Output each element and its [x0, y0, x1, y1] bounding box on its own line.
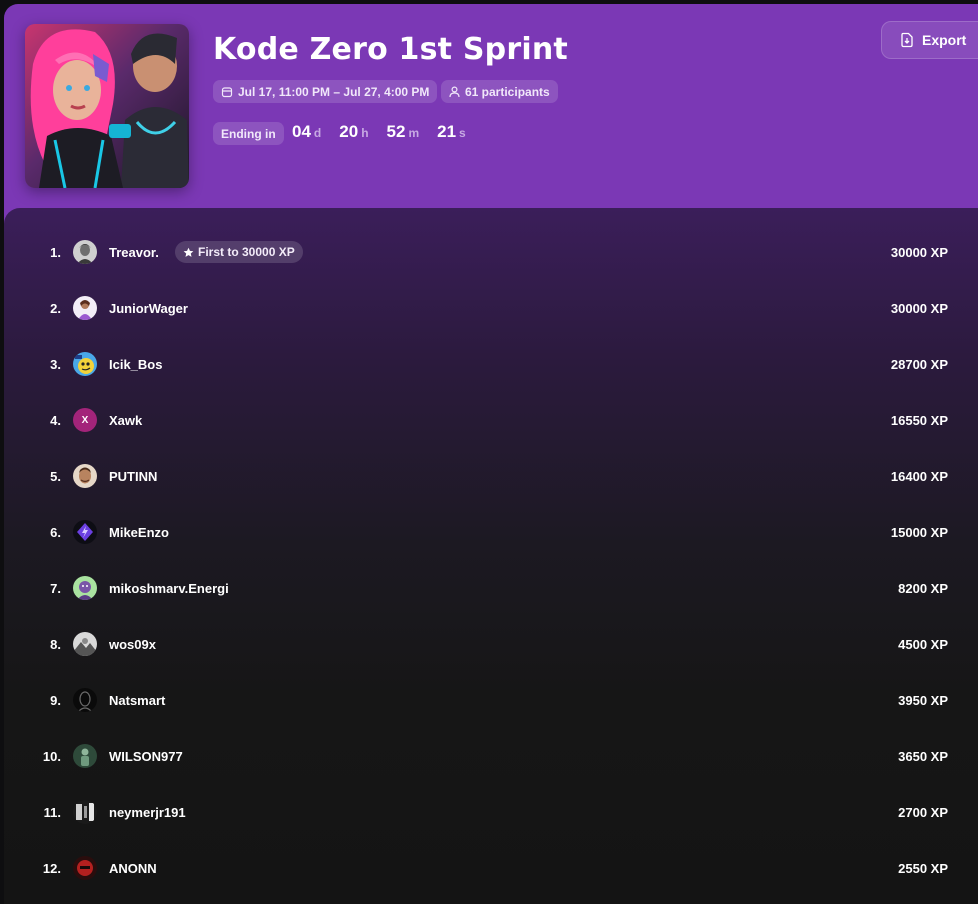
- leaderboard-row[interactable]: 1. Treavor. First to 30000 XP 30000 XP: [4, 224, 978, 280]
- username: MikeEnzo: [109, 524, 169, 540]
- username: PUTINN: [109, 468, 158, 484]
- leaderboard-row[interactable]: 2. JuniorWager 30000 XP: [4, 280, 978, 336]
- leaderboard-row[interactable]: 8. wos09x 4500 XP: [4, 616, 978, 672]
- date-range-text: Jul 17, 11:00 PM – Jul 27, 4:00 PM: [238, 84, 430, 99]
- xp-value: 28700 XP: [890, 356, 948, 372]
- rank-number: 7.: [50, 580, 61, 596]
- username: Xawk: [109, 412, 143, 428]
- leaderboard-row[interactable]: 11. neymerjr191 2700 XP: [4, 784, 978, 840]
- leaderboard-row[interactable]: 9. Natsmart 3950 XP: [4, 672, 978, 728]
- username: Treavor.: [109, 244, 159, 260]
- countdown-hours-unit: h: [361, 126, 369, 140]
- username: WILSON977: [109, 748, 183, 764]
- avatar-portrait-gray: [73, 240, 97, 264]
- avatar-red-mask: [73, 856, 97, 880]
- xp-value: 2700 XP: [898, 804, 948, 820]
- xp-value: 16400 XP: [890, 468, 948, 484]
- date-range-chip: Jul 17, 11:00 PM – Jul 27, 4:00 PM: [213, 80, 438, 103]
- leaderboard-row[interactable]: 7. mikoshmarv.Energi 8200 XP: [4, 560, 978, 616]
- leaderboard-row[interactable]: 5. PUTINN 16400 XP: [4, 448, 978, 504]
- countdown-timer: 04 d 20 h 52 m 21 s: [292, 122, 484, 145]
- avatar-green-figure: [73, 744, 97, 768]
- rank-number: 5.: [50, 468, 61, 484]
- xp-value: 30000 XP: [890, 300, 948, 316]
- rank-number: 4.: [50, 412, 61, 428]
- xp-value: 15000 XP: [890, 524, 948, 540]
- star-icon: [183, 247, 194, 257]
- avatar-purple-bolt: [73, 520, 97, 544]
- export-file-icon: [901, 32, 913, 48]
- username: neymerjr191: [109, 804, 186, 820]
- countdown-seconds: 21: [437, 122, 457, 141]
- avatar-yellow-cartoon: [73, 352, 97, 376]
- leaderboard-row[interactable]: 3. Icik_Bos 28700 XP: [4, 336, 978, 392]
- username: ANONN: [109, 860, 157, 876]
- xp-value: 3950 XP: [898, 692, 948, 708]
- leaderboard-row[interactable]: 4. X Xawk 16550 XP: [4, 392, 978, 448]
- countdown-seconds-unit: s: [459, 126, 466, 140]
- calendar-icon: [221, 86, 233, 97]
- username: Natsmart: [109, 692, 166, 708]
- participants-text: 61 participants: [465, 84, 550, 99]
- rank-number: 12.: [42, 860, 61, 876]
- rank-number: 6.: [50, 524, 61, 540]
- xp-value: 3650 XP: [898, 748, 948, 764]
- rank-number: 8.: [50, 636, 61, 652]
- xp-value: 8200 XP: [898, 580, 948, 596]
- rank-number: 1.: [50, 244, 61, 260]
- xp-value: 4500 XP: [898, 636, 948, 652]
- countdown-days: 04: [292, 122, 311, 141]
- event-card: Kode Zero 1st Sprint Jul 17, 11:00 PM – …: [4, 4, 978, 904]
- avatar-dark-silhouette: [73, 688, 97, 712]
- rank-number: 3.: [50, 356, 61, 372]
- xp-value: 30000 XP: [890, 244, 948, 260]
- avatar-face: [73, 464, 97, 488]
- achievement-badge: First to 30000 XP: [175, 241, 303, 263]
- rank-number: 9.: [50, 692, 61, 708]
- participants-chip: 61 participants: [441, 80, 558, 103]
- event-title: Kode Zero 1st Sprint: [213, 32, 568, 67]
- avatar-purple-figure: [73, 296, 97, 320]
- username: wos09x: [109, 636, 156, 652]
- ending-in-label: Ending in: [221, 126, 276, 141]
- export-label: Export: [922, 32, 967, 48]
- rank-number: 11.: [43, 804, 61, 820]
- avatar-green-character: [73, 576, 97, 600]
- xp-value: 2550 XP: [898, 860, 948, 876]
- page: Kode Zero 1st Sprint Jul 17, 11:00 PM – …: [0, 0, 978, 904]
- countdown-days-unit: d: [313, 126, 322, 140]
- user-icon: [449, 85, 460, 97]
- leaderboard-row[interactable]: 6. MikeEnzo 15000 XP: [4, 504, 978, 560]
- rank-number: 10.: [42, 748, 61, 764]
- countdown-hours: 20: [339, 122, 359, 141]
- event-cover-image: [25, 24, 189, 188]
- rank-number: 2.: [50, 300, 61, 316]
- xp-value: 16550 XP: [890, 412, 948, 428]
- export-button[interactable]: Export: [881, 21, 978, 59]
- countdown-minutes: 52: [386, 122, 406, 141]
- username: mikoshmarv.Energi: [109, 580, 229, 596]
- countdown-minutes-unit: m: [408, 126, 420, 140]
- leaderboard: 1. Treavor. First to 30000 XP 30000 XP 2…: [4, 208, 978, 904]
- leaderboard-row[interactable]: 12. ANONN 2550 XP: [4, 840, 978, 896]
- badge-text: First to 30000 XP: [198, 245, 295, 259]
- leaderboard-row[interactable]: 10. WILSON977 3650 XP: [4, 728, 978, 784]
- username: Icik_Bos: [109, 356, 163, 372]
- avatar-gray-landscape: [73, 632, 97, 656]
- avatar-letter-x: X: [73, 408, 97, 432]
- ending-in-chip: Ending in: [213, 122, 284, 145]
- username: JuniorWager: [109, 300, 188, 316]
- avatar-bw-pattern: [73, 800, 97, 824]
